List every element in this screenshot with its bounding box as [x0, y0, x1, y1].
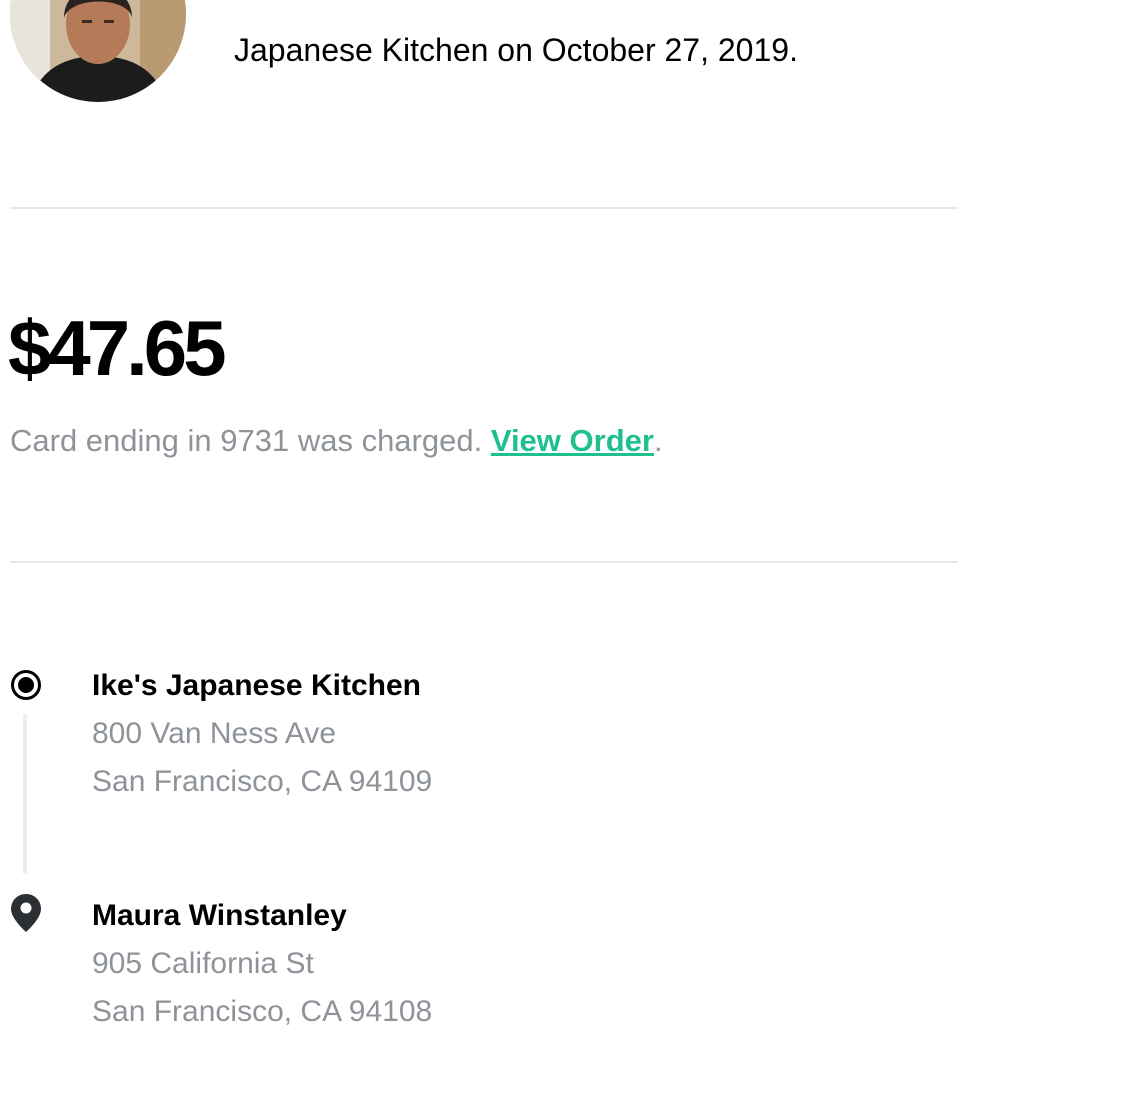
divider — [10, 207, 958, 209]
charge-info: Card ending in 9731 was charged. View Or… — [10, 422, 663, 460]
view-order-link[interactable]: View Order — [491, 423, 654, 458]
pickup-details: Ike's Japanese Kitchen 800 Van Ness Ave … — [92, 668, 432, 806]
pickup-address-line1: 800 Van Ness Ave — [92, 717, 337, 750]
order-dispatch-text: Japanese Kitchen on October 27, 2019. — [234, 32, 798, 68]
route-connector — [23, 714, 27, 874]
dropoff-name: Maura Winstanley — [92, 899, 347, 932]
radio-dot-icon — [11, 670, 41, 700]
pickup-address-line2: San Francisco, CA 94109 — [92, 765, 433, 798]
pickup-name: Ike's Japanese Kitchen — [92, 669, 421, 702]
divider — [10, 561, 958, 563]
order-total-amount: $47.65 — [8, 304, 227, 392]
charge-text: Card ending in 9731 was charged. — [10, 423, 491, 458]
receipt-page: Japanese Kitchen on October 27, 2019. $4… — [0, 0, 1144, 1110]
dropoff-address-line2: San Francisco, CA 94108 — [92, 995, 433, 1028]
dropoff-address-line1: 905 California St — [92, 947, 314, 980]
dropoff-details: Maura Winstanley 905 California St San F… — [92, 898, 432, 1036]
charge-suffix: . — [653, 423, 663, 458]
map-pin-icon — [11, 894, 41, 932]
avatar-photo — [10, 0, 186, 102]
dasher-avatar — [10, 0, 186, 102]
